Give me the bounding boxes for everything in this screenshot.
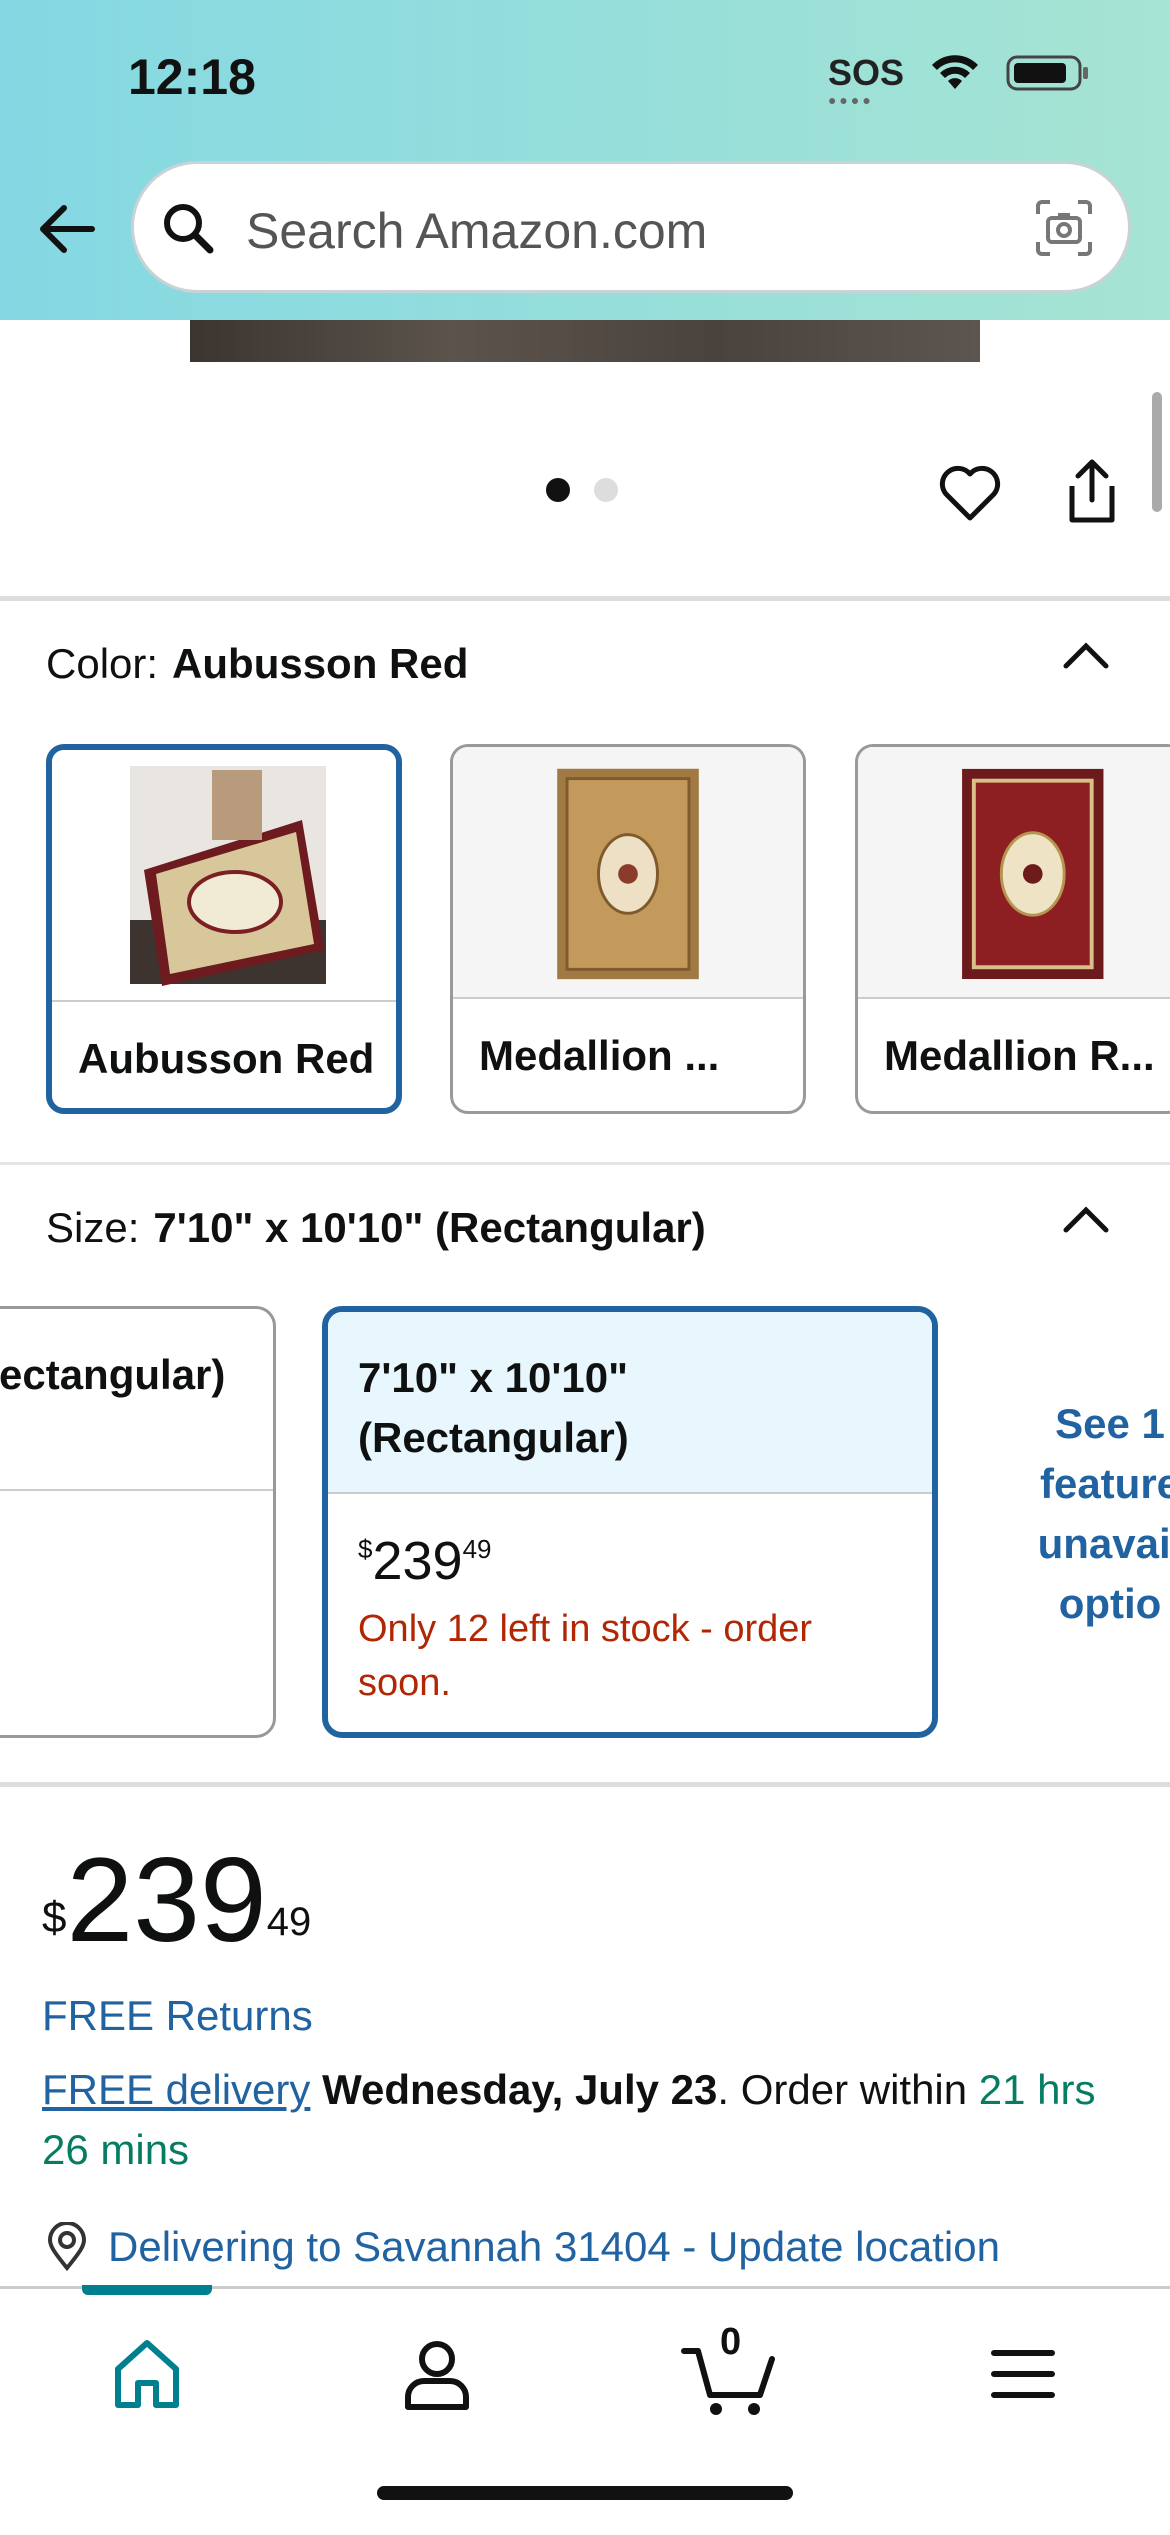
color-selected: Aubusson Red — [172, 640, 469, 687]
nav-active-indicator — [82, 2285, 212, 2295]
price-cents: 49 — [462, 1534, 492, 1564]
carousel-dot[interactable] — [594, 478, 618, 502]
section-divider — [0, 1782, 1170, 1787]
heart-icon[interactable] — [936, 458, 1004, 526]
stock-warning: Only 12 left in stock - order soon. — [358, 1608, 813, 1704]
color-label-text: Color: — [46, 640, 159, 687]
section-divider — [0, 1162, 1170, 1165]
size-title-line1: 7'10" x 10'10" — [358, 1354, 629, 1401]
status-time: 12:18 — [128, 49, 256, 105]
cart-button[interactable]: 0 — [680, 2321, 780, 2419]
card-separator — [858, 997, 1170, 999]
free-returns-link[interactable]: FREE Returns — [42, 1992, 313, 2040]
status-bar-icons: SOS ●●●● — [827, 52, 1090, 108]
card-separator — [52, 1000, 396, 1002]
order-within-text: . Order within — [717, 2066, 979, 2113]
size-option-header: ectangular) — [0, 1309, 273, 1489]
search-input[interactable]: Search Amazon.com — [246, 202, 707, 260]
size-label: Size: 7'10" x 10'10" (Rectangular) — [46, 1204, 706, 1252]
carousel-dot-active[interactable] — [546, 478, 570, 502]
size-title-line2: (Rectangular) — [358, 1414, 629, 1461]
section-divider — [0, 596, 1170, 601]
color-option-label: Medallion R... — [884, 1032, 1155, 1079]
price-whole: 239 — [372, 1531, 463, 1591]
scroll-indicator — [1152, 392, 1162, 512]
rug-thumbnail — [858, 747, 1170, 997]
size-option-previous[interactable]: ectangular) — [0, 1306, 276, 1738]
search-bar[interactable]: Search Amazon.com — [134, 164, 1128, 290]
delivery-location-text[interactable]: Delivering to Savannah 31404 - Update lo… — [108, 2223, 1000, 2271]
cart-count: 0 — [720, 2321, 742, 2363]
app-header: 12:18 SOS ●●●● Search Amazon.com — [0, 0, 1170, 320]
card-separator — [453, 997, 803, 999]
see-more-line: See 1 — [1055, 1400, 1165, 1447]
price-currency: $ — [358, 1534, 373, 1564]
product-image[interactable] — [190, 320, 980, 362]
price-cents: 49 — [266, 1900, 312, 1944]
search-icon — [164, 204, 214, 254]
color-option-medallion-red[interactable]: Medallion R... — [855, 744, 1170, 1114]
size-label-text: Size: — [46, 1204, 140, 1251]
size-option-title: ectangular) — [0, 1351, 226, 1398]
menu-icon[interactable] — [978, 2329, 1068, 2419]
color-option-label: Aubusson Red — [78, 1035, 375, 1082]
see-more-line: optio — [1058, 1580, 1162, 1627]
color-option-medallion[interactable]: Medallion ... — [450, 744, 806, 1114]
card-separator — [0, 1489, 273, 1491]
carousel-dots[interactable] — [546, 478, 618, 502]
location-pin-icon — [47, 2222, 87, 2272]
price-whole: 239 — [66, 1833, 267, 1967]
sos-label: SOS — [827, 52, 904, 93]
size-option-title: 7'10" x 10'10" (Rectangular) — [358, 1348, 629, 1468]
chevron-up-icon[interactable] — [1058, 634, 1114, 674]
delivery-location-link[interactable]: Delivering to Savannah 31404 - Update lo… — [42, 2222, 1000, 2272]
see-unavailable-options-link[interactable]: See 1 feature unavail optio — [1010, 1394, 1170, 1634]
size-option-price: $23949 — [358, 1530, 492, 1592]
home-indicator — [377, 2486, 793, 2500]
camera-scan-icon[interactable] — [1034, 198, 1094, 258]
share-icon[interactable] — [1058, 456, 1126, 526]
signal-dots-icon: ●●●● — [827, 92, 874, 108]
battery-icon — [1006, 55, 1088, 91]
size-selected: 7'10" x 10'10" (Rectangular) — [153, 1204, 706, 1251]
rug-thumbnail — [453, 747, 803, 997]
rug-thumbnail — [52, 750, 396, 1000]
delivery-date: Wednesday, July 23 — [322, 2066, 718, 2113]
see-more-line: feature — [1039, 1460, 1170, 1507]
product-price: $23949 — [42, 1830, 311, 1970]
card-separator — [328, 1492, 932, 1494]
color-label: Color: Aubusson Red — [46, 640, 468, 688]
see-more-line: unavail — [1037, 1520, 1170, 1567]
wifi-icon — [932, 55, 978, 89]
chevron-up-icon[interactable] — [1058, 1198, 1114, 1238]
color-option-aubusson-red[interactable]: Aubusson Red — [46, 744, 402, 1114]
sos-indicator: SOS ●●●● — [827, 52, 904, 108]
home-icon[interactable] — [102, 2329, 192, 2419]
size-option-header: 7'10" x 10'10" (Rectangular) — [328, 1312, 932, 1492]
color-option-label: Medallion ... — [479, 1032, 720, 1079]
price-currency: $ — [42, 1893, 67, 1942]
free-delivery-link[interactable]: FREE delivery — [42, 2066, 310, 2113]
delivery-info: FREE delivery Wednesday, July 23. Order … — [42, 2060, 1132, 2180]
back-arrow-icon[interactable] — [34, 196, 100, 262]
account-icon[interactable] — [392, 2329, 482, 2419]
size-option-selected[interactable]: 7'10" x 10'10" (Rectangular) $23949 Only… — [322, 1306, 938, 1738]
